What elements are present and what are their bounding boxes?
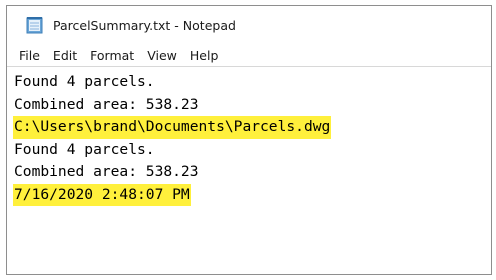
menu-edit[interactable]: Edit (49, 48, 81, 63)
line-text: Combined area: 538.23 (14, 163, 199, 180)
line-text: Found 4 parcels. (14, 140, 155, 158)
text-line: Found 4 parcels. (13, 71, 491, 94)
line-text: Combined area: 538.23 (14, 95, 199, 113)
title-bar[interactable]: ParcelSummary.txt - Notepad (7, 6, 491, 44)
text-line: Found 4 parcels. (13, 139, 491, 162)
menu-help[interactable]: Help (186, 48, 223, 63)
text-line: Combined area: 538.23 (13, 161, 491, 184)
line-text: C:\Users\brand\Documents\Parcels.dwg (13, 116, 332, 139)
notepad-window: ParcelSummary.txt - Notepad File Edit Fo… (6, 5, 492, 275)
menu-format[interactable]: Format (86, 48, 138, 63)
text-editor-area[interactable]: Found 4 parcels. Combined area: 538.23 C… (7, 66, 491, 206)
text-line: 7/16/2020 2:48:07 PM (13, 183, 491, 206)
menu-file[interactable]: File (15, 48, 44, 63)
text-line: Combined area: 538.23 (13, 94, 491, 117)
notepad-icon (25, 16, 45, 34)
line-text: 7/16/2020 2:48:07 PM (13, 183, 191, 206)
line-text: Found 4 parcels. (14, 73, 155, 90)
menu-view[interactable]: View (143, 48, 181, 63)
menu-bar: File Edit Format View Help (7, 44, 491, 66)
window-title: ParcelSummary.txt - Notepad (53, 17, 236, 33)
text-line: C:\Users\brand\Documents\Parcels.dwg (13, 116, 491, 139)
